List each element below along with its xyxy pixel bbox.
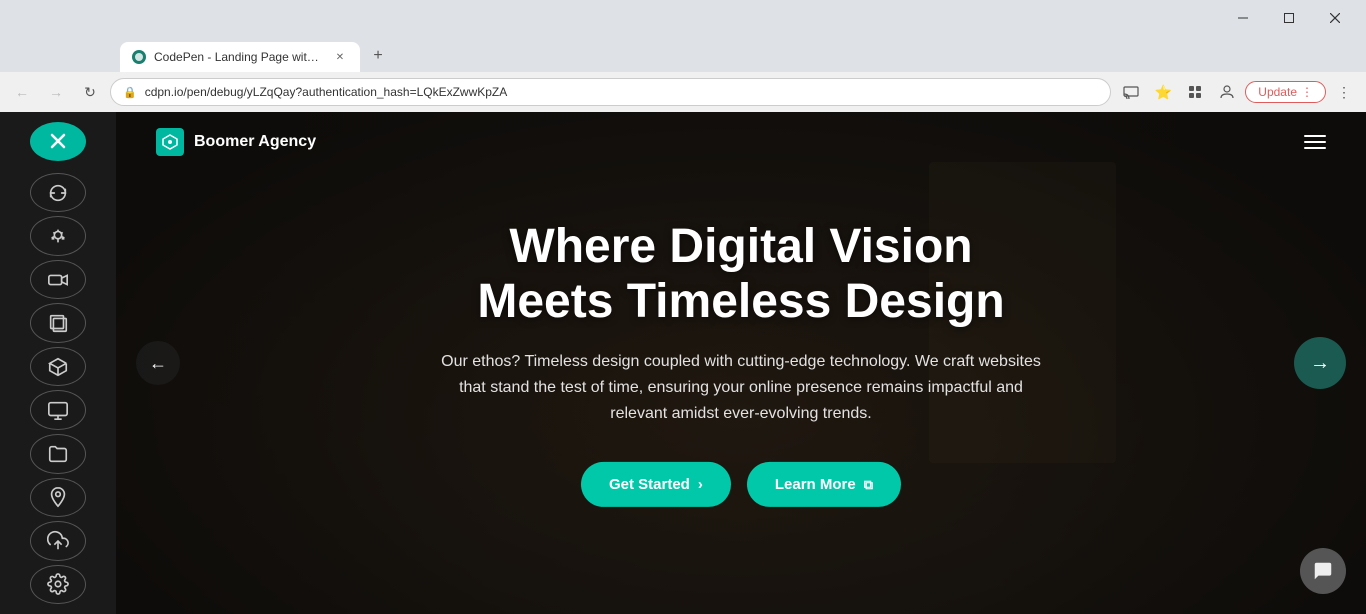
update-button[interactable]: Update ⋮ [1245,81,1326,103]
security-icon: 🔒 [123,86,137,99]
sidebar [0,112,116,614]
toolbar-right: ⭐ Update ⋮ ⋮ [1117,78,1358,106]
url-text: cdpn.io/pen/debug/yLZqQay?authentication… [145,85,1099,99]
sidebar-sync-button[interactable] [30,173,86,213]
sidebar-location-button[interactable] [30,478,86,518]
hamburger-line-2 [1304,141,1326,143]
active-tab[interactable]: CodePen - Landing Page with Ti... ✕ [120,42,360,72]
nav-logo: Boomer Agency [156,128,316,156]
extensions-icon[interactable] [1181,78,1209,106]
address-bar[interactable]: 🔒 cdpn.io/pen/debug/yLZqQay?authenticati… [110,78,1111,106]
sidebar-box-button[interactable] [30,347,86,387]
browser-toolbar: ← → ↻ 🔒 cdpn.io/pen/debug/yLZqQay?authen… [0,72,1366,112]
hero-buttons: Get Started › Learn More ⧉ [441,462,1041,507]
cast-icon[interactable] [1117,78,1145,106]
menu-icon[interactable]: ⋮ [1330,78,1358,106]
hero-title: Where Digital Vision Meets Timeless Desi… [441,219,1041,329]
chat-widget-button[interactable] [1300,548,1346,594]
learn-more-button[interactable]: Learn More ⧉ [747,462,901,507]
main-area: Boomer Agency ← Where Digital Vision Mee… [0,112,1366,614]
tab-favicon [132,50,146,64]
close-panel-button[interactable] [30,122,86,161]
logo-icon [156,128,184,156]
webpage-preview: Boomer Agency ← Where Digital Vision Mee… [116,112,1366,614]
minimize-button[interactable] [1220,3,1266,33]
sidebar-monitor-button[interactable] [30,390,86,430]
external-link-icon: ⧉ [864,477,873,493]
new-tab-button[interactable]: + [364,42,392,70]
close-window-button[interactable] [1312,3,1358,33]
arrow-right-icon: › [698,476,703,493]
tab-close-button[interactable]: ✕ [332,49,348,65]
hamburger-line-3 [1304,147,1326,149]
sidebar-upload-button[interactable] [30,521,86,561]
carousel-next-button[interactable]: → [1294,337,1346,389]
hero-section: Where Digital Vision Meets Timeless Desi… [441,219,1041,507]
maximize-button[interactable] [1266,3,1312,33]
reload-button[interactable]: ↻ [76,78,104,106]
brand-icon [161,133,179,151]
hamburger-line-1 [1304,135,1326,137]
title-bar [0,0,1366,36]
browser-chrome: CodePen - Landing Page with Ti... ✕ + ← … [0,0,1366,112]
sidebar-folder-button[interactable] [30,434,86,474]
sidebar-settings-button[interactable] [30,565,86,605]
get-started-button[interactable]: Get Started › [581,462,731,507]
hamburger-menu[interactable] [1304,135,1326,149]
sidebar-bug-button[interactable] [30,216,86,256]
window-controls [1220,3,1358,33]
tab-title: CodePen - Landing Page with Ti... [154,50,324,64]
forward-button[interactable]: → [42,78,70,106]
back-button[interactable]: ← [8,78,36,106]
tab-bar: CodePen - Landing Page with Ti... ✕ + [0,36,1366,72]
arrow-right-icon: → [1310,352,1330,375]
nav-bar: Boomer Agency [116,112,1366,172]
sidebar-video-button[interactable] [30,260,86,300]
profile-icon[interactable] [1213,78,1241,106]
hero-subtitle: Our ethos? Timeless design coupled with … [441,349,1041,426]
close-icon [46,129,70,153]
brand-name: Boomer Agency [194,133,316,151]
update-dropdown-icon: ⋮ [1301,85,1313,99]
carousel-prev-button[interactable]: ← [136,341,180,385]
sidebar-layers-button[interactable] [30,303,86,343]
bookmark-icon[interactable]: ⭐ [1149,78,1177,106]
chat-icon [1312,560,1334,582]
